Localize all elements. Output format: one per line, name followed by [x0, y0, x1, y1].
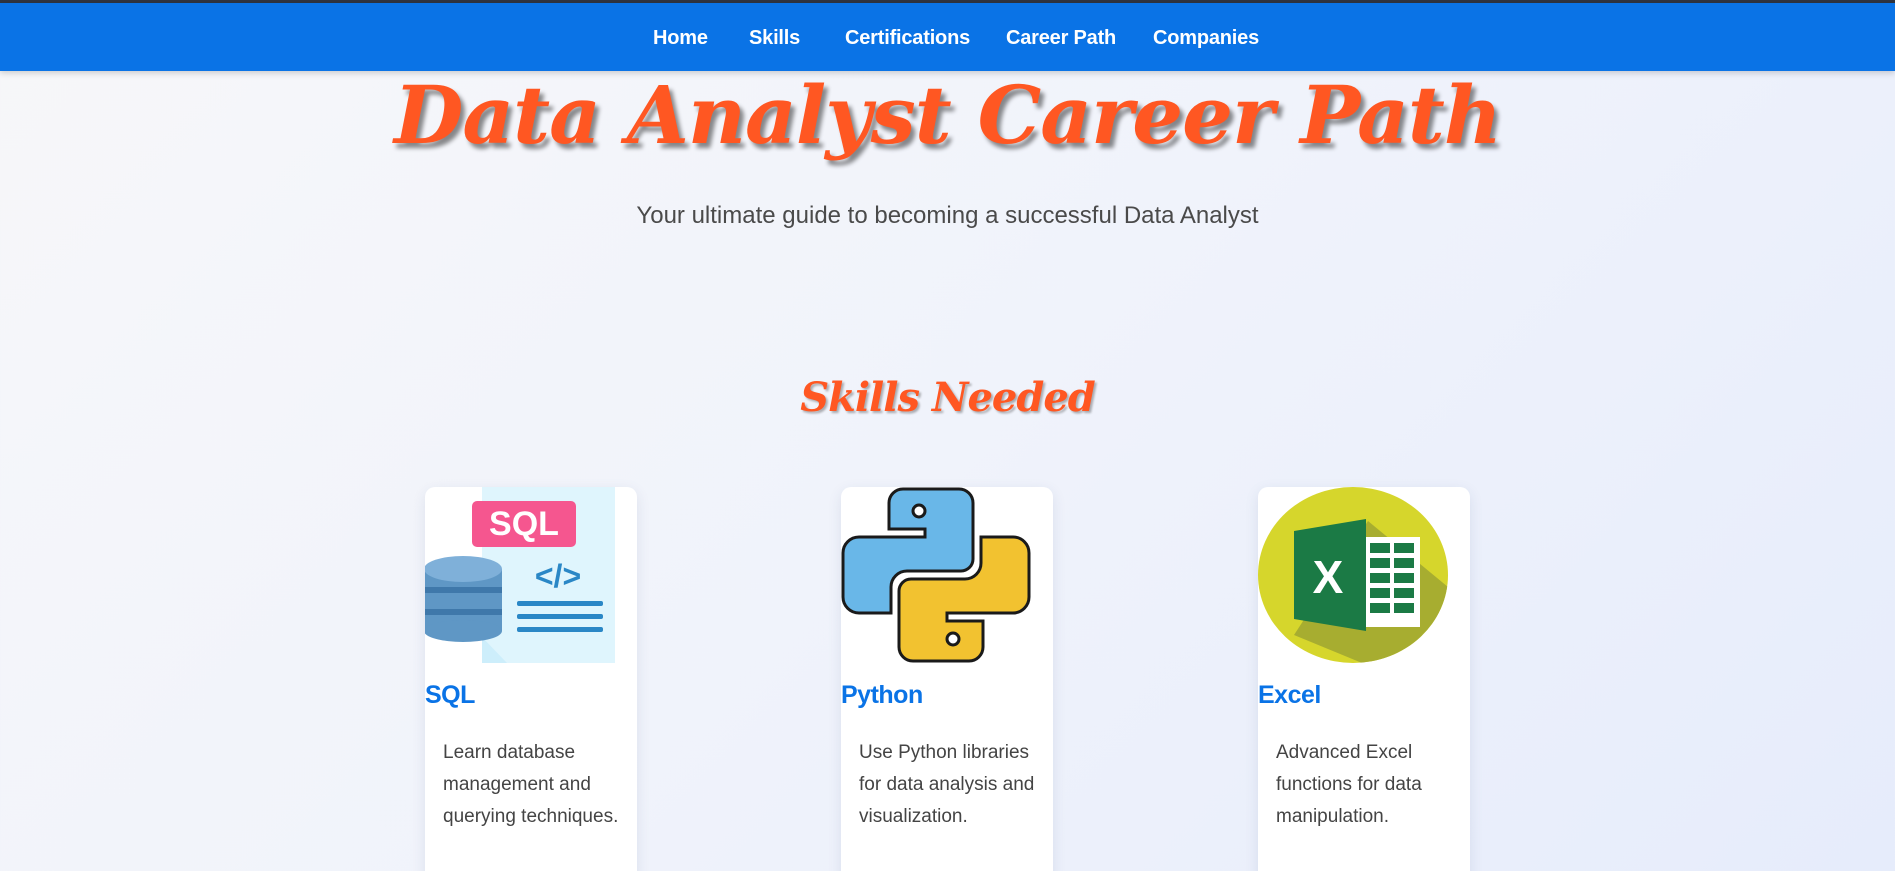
hero-title: Data Analyst Career Path: [393, 68, 1502, 162]
nav-certifications-link[interactable]: Certifications: [845, 3, 970, 71]
excel-logo-icon: X: [1258, 487, 1448, 663]
skill-card-python: Python Use Python libraries for data ana…: [841, 487, 1053, 871]
skill-card-description: Learn database management and querying t…: [443, 742, 619, 827]
nav-home-link[interactable]: Home: [653, 3, 708, 71]
main-navbar: Home Skills Certifications Career Path C…: [0, 3, 1895, 71]
skill-card-title: SQL: [425, 681, 475, 709]
python-logo-icon: [841, 487, 1031, 663]
nav-skills-link[interactable]: Skills: [749, 3, 800, 71]
skill-card-description: Use Python libraries for data analysis a…: [859, 742, 1035, 827]
hero-subtitle: Your ultimate guide to becoming a succes…: [636, 202, 1259, 229]
nav-companies-link[interactable]: Companies: [1153, 3, 1259, 71]
skill-card-sql: SQL </> SQL Learn database management an…: [425, 487, 637, 871]
skill-card-title: Excel: [1258, 681, 1321, 709]
skills-section-heading: Skills Needed: [800, 374, 1095, 421]
svg-text:X: X: [1313, 551, 1344, 603]
sql-database-icon: SQL </>: [425, 487, 615, 663]
skill-card-excel: X Excel Advanced Excel functions for dat…: [1258, 487, 1470, 871]
skill-card-title: Python: [841, 681, 923, 709]
skill-card-description: Advanced Excel functions for data manipu…: [1276, 742, 1422, 827]
svg-text:</>: </>: [535, 558, 581, 594]
nav-career-path-link[interactable]: Career Path: [1006, 3, 1116, 71]
svg-text:SQL: SQL: [489, 505, 559, 543]
